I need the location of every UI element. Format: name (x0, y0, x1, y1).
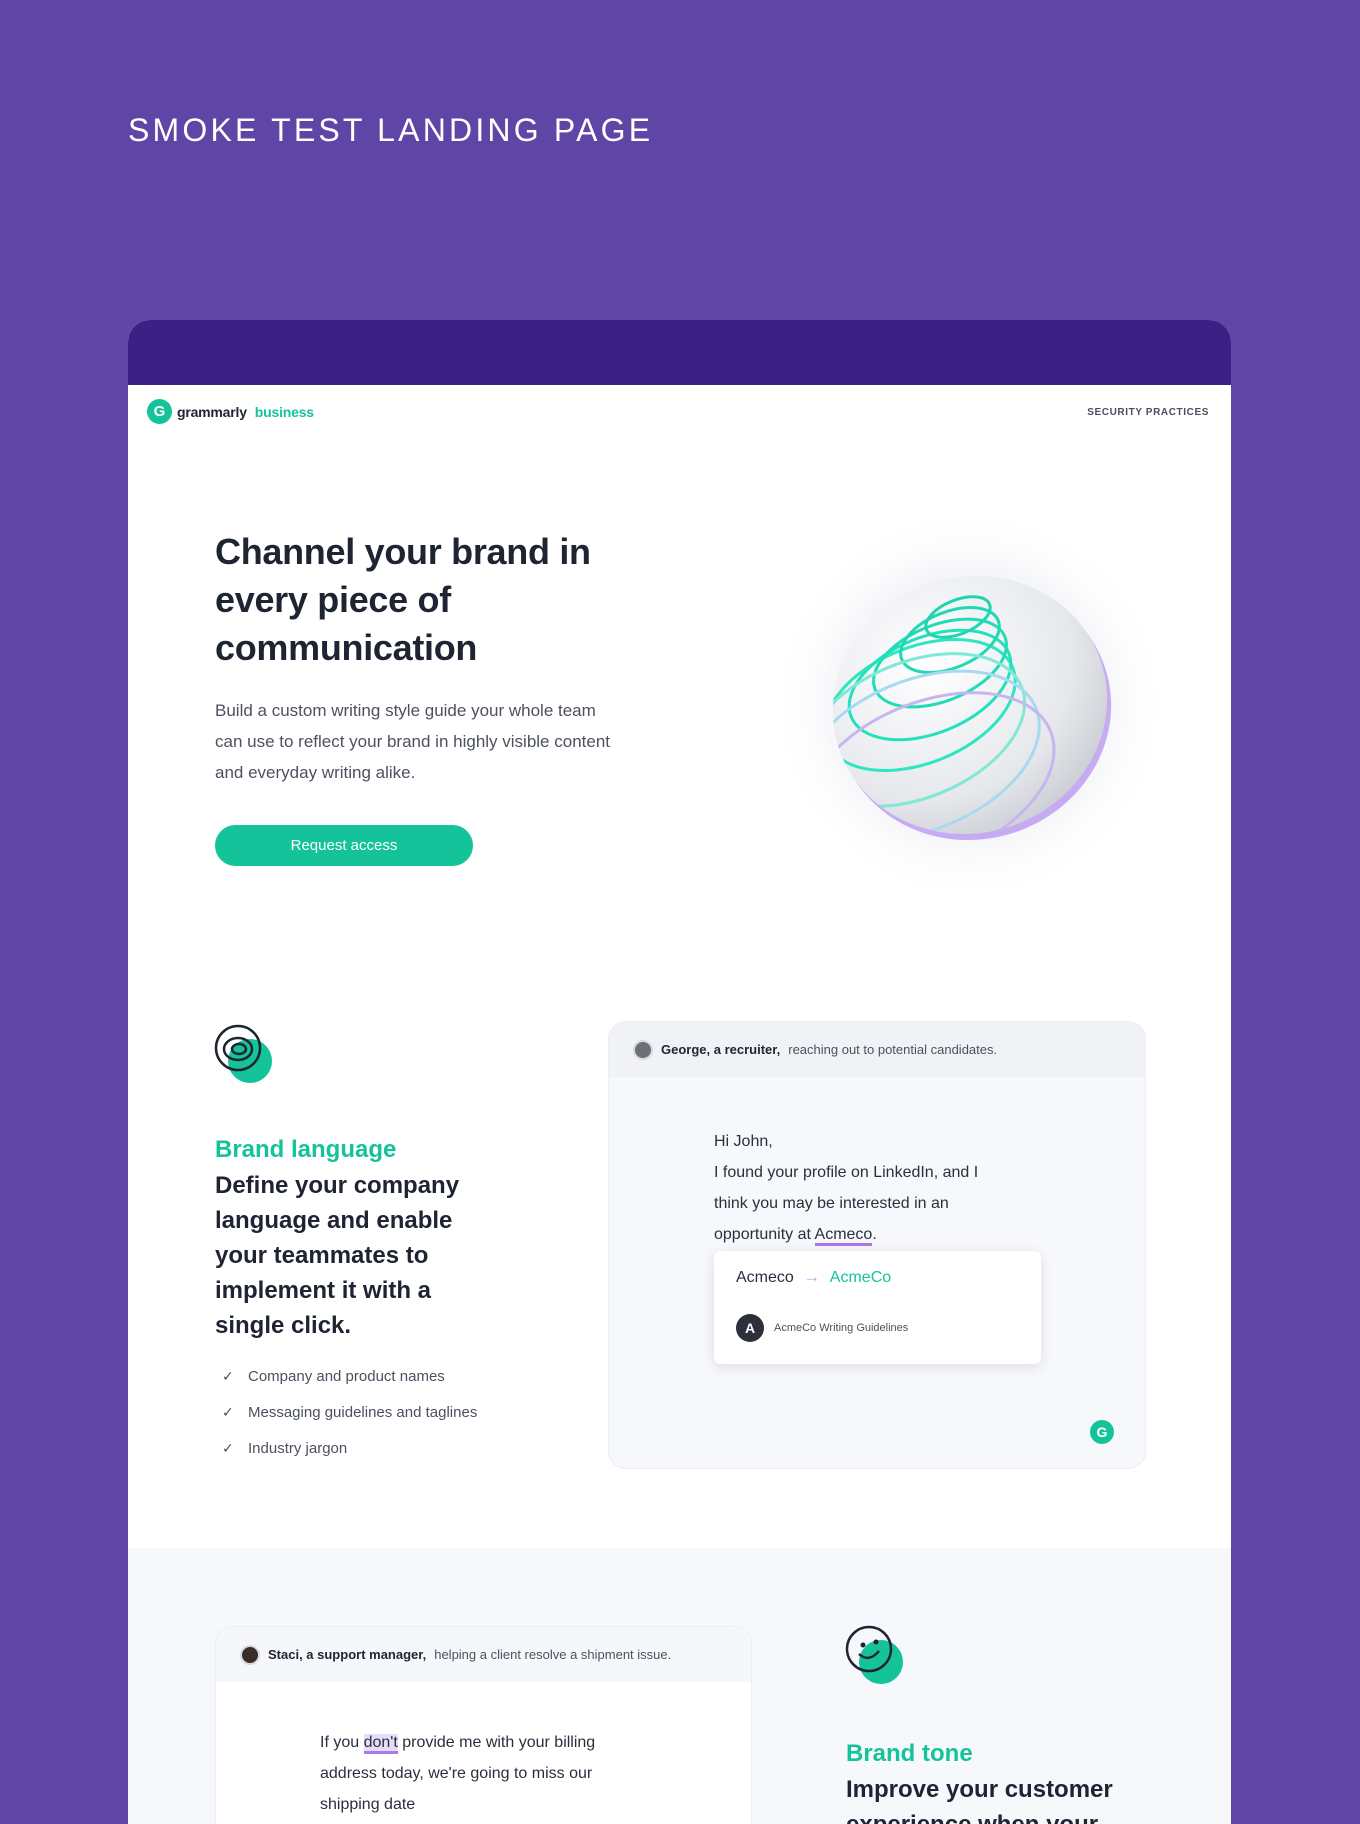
persona-context: helping a client resolve a shipment issu… (434, 1647, 672, 1662)
avatar (240, 1644, 260, 1665)
grammarly-badge-icon[interactable]: G (1090, 1420, 1114, 1444)
browser-bar (128, 320, 1231, 385)
email-body: If you don't provide me with your billin… (320, 1734, 596, 1813)
avatar (633, 1039, 653, 1060)
brand-language-title: Define your company language and enable … (215, 1172, 460, 1339)
grammarly-business-logo[interactable]: G grammarly business (147, 399, 314, 424)
checkmark-icon: ✓ (222, 1403, 234, 1420)
persona-name: Staci, a support manager, (268, 1647, 427, 1662)
sphere-illustration (750, 505, 1190, 945)
brand-tone-demo-card: Staci, a support manager, helping a clie… (215, 1626, 752, 1824)
page-heading: SMOKE TEST LANDING PAGE (128, 112, 654, 148)
suggestion-popup[interactable]: Acmeco → AcmeCo A AcmeCo Writing Guideli… (714, 1251, 1041, 1364)
logo-word: grammarly (177, 403, 247, 420)
checkmark-icon: ✓ (222, 1439, 234, 1456)
brand-tone-title: Improve your customer experience when yo… (846, 1776, 1113, 1824)
hero-body: Build a custom writing style guide your … (215, 701, 611, 782)
target-rings-icon (214, 1024, 276, 1091)
brand-language-kicker: Brand language (215, 1136, 397, 1163)
logo-word-business: business (254, 403, 314, 420)
persona-header: Staci, a support manager, helping a clie… (216, 1627, 751, 1682)
guideline-label: AcmeCo Writing Guidelines (774, 1322, 909, 1334)
sphere-svg (770, 505, 1170, 905)
brand-language-demo-card: George, a recruiter, reaching out to pot… (608, 1021, 1146, 1469)
list-item: ✓ Industry jargon (222, 1439, 348, 1457)
top-nav: G grammarly business SECURITY PRACTICES (128, 385, 1231, 443)
persona-header: George, a recruiter, reaching out to pot… (609, 1022, 1145, 1077)
list-item: ✓ Company and product names (222, 1367, 445, 1385)
arrow-right-icon: → (803, 1269, 820, 1286)
smiley-icon (845, 1625, 907, 1692)
brand-language-checklist: ✓ Company and product names ✓ Messaging gu… (222, 1358, 477, 1466)
persona-name: George, a recruiter, (661, 1042, 781, 1057)
security-practices-link[interactable]: SECURITY PRACTICES (1087, 407, 1209, 418)
suggestion-row[interactable]: Acmeco → AcmeCo (736, 1269, 891, 1287)
grammarly-logo-icon: G (147, 399, 172, 424)
list-item: ✓ Messaging guidelines and taglines (222, 1403, 478, 1421)
highlighted-word[interactable]: Acmeco (814, 1226, 873, 1246)
email-body: Hi John, I found your profile on LinkedI… (714, 1126, 1034, 1250)
checkmark-icon: ✓ (222, 1367, 234, 1384)
persona-context: reaching out to potential candidates. (788, 1042, 998, 1057)
guideline-badge-icon: A (736, 1314, 764, 1342)
brand-tone-kicker: Brand tone (846, 1740, 973, 1767)
request-access-button[interactable]: Request access (215, 825, 473, 866)
highlighted-word[interactable]: don't (363, 1734, 398, 1754)
suggestion-old: Acmeco (736, 1269, 794, 1286)
guideline-source: A AcmeCo Writing Guidelines (736, 1314, 908, 1342)
suggestion-new[interactable]: AcmeCo (830, 1269, 891, 1287)
hero-title: Channel your brand in every piece of com… (215, 531, 591, 668)
